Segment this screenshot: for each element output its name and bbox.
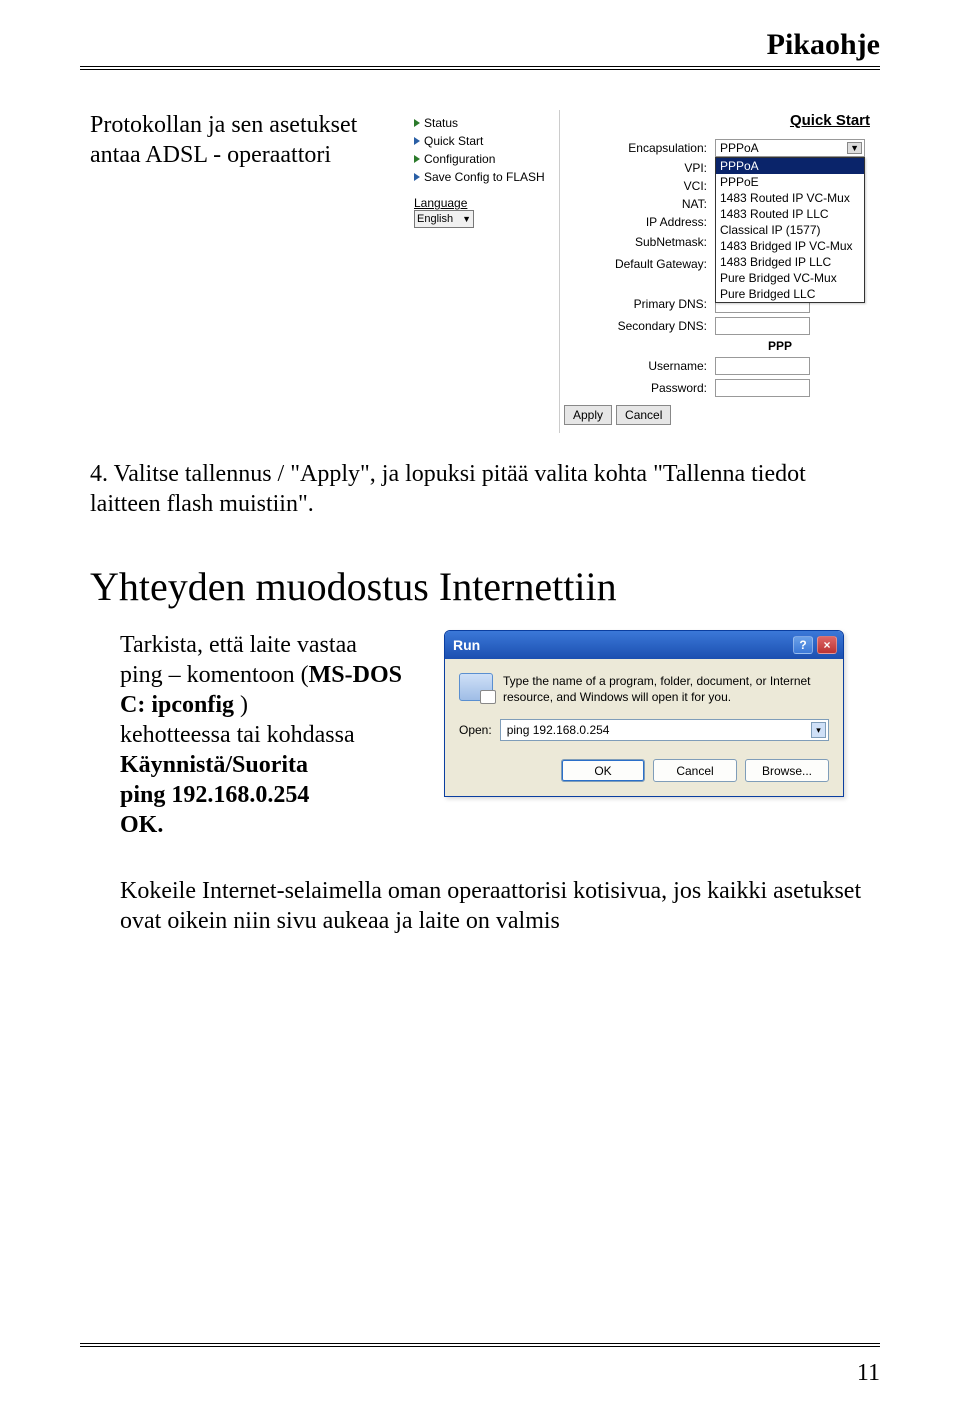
check-text: Tarkista, että laite vastaa ping – komen… bbox=[90, 630, 420, 840]
dropdown-option[interactable]: 1483 Bridged IP VC-Mux bbox=[716, 238, 864, 254]
label-ip: IP Address: bbox=[560, 215, 715, 229]
run-description: Type the name of a program, folder, docu… bbox=[503, 673, 829, 705]
row-encapsulation: Encapsulation: PPPoA ▼ PPPoA PPPoE 1483 … bbox=[560, 139, 880, 157]
triangle-icon bbox=[414, 155, 420, 163]
run-open-row: Open: ping 192.168.0.254 ▾ bbox=[459, 719, 829, 741]
label-pdns: Primary DNS: bbox=[560, 297, 715, 311]
intro-text: Protokollan ja sen asetukset antaa ADSL … bbox=[90, 110, 390, 170]
page-header-title: Pikaohje bbox=[767, 28, 880, 62]
router-config-panel: Status Quick Start Configuration Save Co… bbox=[410, 110, 880, 433]
input-pass[interactable] bbox=[715, 379, 810, 397]
label-subnet: SubNetmask: bbox=[560, 235, 715, 249]
dropdown-value: PPPoA bbox=[720, 141, 759, 155]
nav-label: Quick Start bbox=[424, 134, 483, 148]
step-4-text: 4. Valitse tallennus / "Apply", ja lopuk… bbox=[90, 459, 880, 519]
language-label: Language bbox=[414, 196, 555, 210]
footer-divider bbox=[80, 1343, 880, 1347]
input-user[interactable] bbox=[715, 357, 810, 375]
encapsulation-dropdown[interactable]: PPPoA ▼ PPPoA PPPoE 1483 Routed IP VC-Mu… bbox=[715, 139, 865, 157]
chevron-down-icon: ▼ bbox=[847, 142, 862, 154]
nav-label: Status bbox=[424, 116, 458, 130]
dropdown-list: PPPoA PPPoE 1483 Routed IP VC-Mux 1483 R… bbox=[715, 157, 865, 303]
cancel-button[interactable]: Cancel bbox=[616, 405, 671, 425]
router-heading: Quick Start bbox=[560, 110, 880, 139]
label-pass: Password: bbox=[560, 381, 715, 395]
label-sdns: Secondary DNS: bbox=[560, 319, 715, 333]
run-top: Type the name of a program, folder, docu… bbox=[459, 673, 829, 705]
router-buttons: Apply Cancel bbox=[560, 405, 880, 425]
nav-label: Configuration bbox=[424, 152, 495, 166]
label-nat: NAT: bbox=[560, 197, 715, 211]
chevron-down-icon: ▾ bbox=[811, 722, 826, 738]
ok-button[interactable]: OK bbox=[561, 759, 645, 782]
dropdown-option[interactable]: 1483 Routed IP LLC bbox=[716, 206, 864, 222]
nav-item-configuration[interactable]: Configuration bbox=[414, 150, 555, 168]
check-bold: OK. bbox=[120, 812, 163, 838]
dropdown-option[interactable]: Pure Bridged LLC bbox=[716, 286, 864, 302]
ppp-section-head: PPP bbox=[680, 339, 880, 353]
heading-connection: Yhteyden muodostus Internettiin bbox=[90, 563, 880, 610]
run-body: Type the name of a program, folder, docu… bbox=[445, 659, 843, 796]
dropdown-option[interactable]: Classical IP (1577) bbox=[716, 222, 864, 238]
dropdown-option[interactable]: Pure Bridged VC-Mux bbox=[716, 270, 864, 286]
check-line: kehotteessa tai kohdassa bbox=[120, 722, 355, 748]
nav-item-quick-start[interactable]: Quick Start bbox=[414, 132, 555, 150]
nav-item-save-flash[interactable]: Save Config to FLASH bbox=[414, 168, 555, 186]
triangle-icon bbox=[414, 137, 420, 145]
language-value: English bbox=[417, 213, 453, 225]
triangle-icon bbox=[414, 173, 420, 181]
titlebar-icons: ? × bbox=[793, 636, 837, 654]
page-number: 11 bbox=[857, 1360, 880, 1387]
nav-label: Save Config to FLASH bbox=[424, 170, 545, 184]
dropdown-option[interactable]: PPPoE bbox=[716, 174, 864, 190]
intro-row: Protokollan ja sen asetukset antaa ADSL … bbox=[90, 110, 880, 433]
dropdown-selected[interactable]: PPPoA ▼ bbox=[715, 139, 865, 157]
label-user: Username: bbox=[560, 359, 715, 373]
run-titlebar: Run ? × bbox=[445, 631, 843, 659]
row-pass: Password: bbox=[560, 379, 880, 397]
language-select[interactable]: English ▼ bbox=[414, 210, 474, 228]
open-combobox[interactable]: ping 192.168.0.254 ▾ bbox=[500, 719, 829, 741]
browse-button[interactable]: Browse... bbox=[745, 759, 829, 782]
label-gateway: Default Gateway: bbox=[560, 257, 715, 271]
label-vpi: VPI: bbox=[560, 161, 715, 175]
label-encapsulation: Encapsulation: bbox=[560, 141, 715, 155]
run-app-icon bbox=[459, 673, 493, 701]
dropdown-option[interactable]: 1483 Routed IP VC-Mux bbox=[716, 190, 864, 206]
run-title-text: Run bbox=[453, 637, 480, 653]
triangle-icon bbox=[414, 119, 420, 127]
help-icon[interactable]: ? bbox=[793, 636, 813, 654]
label-vci: VCI: bbox=[560, 179, 715, 193]
row-sdns: Secondary DNS: bbox=[560, 317, 880, 335]
check-line: Tarkista, että laite vastaa bbox=[120, 632, 357, 658]
dropdown-option[interactable]: PPPoA bbox=[716, 158, 864, 174]
dropdown-option[interactable]: 1483 Bridged IP LLC bbox=[716, 254, 864, 270]
final-paragraph: Kokeile Internet-selaimella oman operaat… bbox=[90, 876, 880, 936]
run-buttons: OK Cancel Browse... bbox=[459, 759, 829, 782]
apply-button[interactable]: Apply bbox=[564, 405, 612, 425]
page-content: Protokollan ja sen asetukset antaa ADSL … bbox=[90, 0, 880, 936]
row-user: Username: bbox=[560, 357, 880, 375]
open-value: ping 192.168.0.254 bbox=[507, 723, 610, 737]
run-dialog: Run ? × Type the name of a program, fold… bbox=[444, 630, 844, 797]
open-label: Open: bbox=[459, 723, 492, 737]
check-line: ) bbox=[234, 692, 248, 718]
check-bold: ping 192.168.0.254 bbox=[120, 782, 309, 808]
chevron-down-icon: ▼ bbox=[462, 214, 473, 224]
router-main: Quick Start Encapsulation: PPPoA ▼ PPPoA… bbox=[560, 110, 880, 433]
input-sdns[interactable] bbox=[715, 317, 810, 335]
router-nav: Status Quick Start Configuration Save Co… bbox=[410, 110, 560, 433]
check-row: Tarkista, että laite vastaa ping – komen… bbox=[90, 630, 880, 840]
nav-item-status[interactable]: Status bbox=[414, 114, 555, 132]
close-icon[interactable]: × bbox=[817, 636, 837, 654]
check-bold: Käynnistä/Suorita bbox=[120, 752, 308, 778]
header-divider bbox=[80, 66, 880, 70]
check-line: ping – komentoon ( bbox=[120, 662, 309, 688]
cancel-button[interactable]: Cancel bbox=[653, 759, 737, 782]
